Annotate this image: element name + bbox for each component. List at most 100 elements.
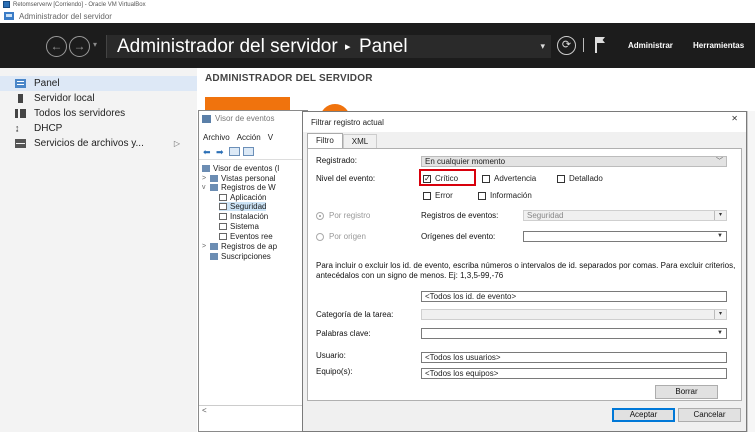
forward-arrow-icon[interactable]: ➡: [216, 147, 226, 156]
tree-node[interactable]: Seguridad: [219, 202, 267, 211]
tree-node-label: Eventos ree: [230, 232, 273, 241]
tab-xml[interactable]: XML: [342, 134, 378, 148]
sidebar: Panel Servidor local Todos los servidore…: [0, 68, 197, 432]
dialog-title: Filtrar registro actual: [311, 117, 384, 127]
event-logs-value: Seguridad: [527, 211, 564, 220]
tree-node[interactable]: Aplicación: [219, 193, 266, 202]
ok-button[interactable]: Aceptar: [612, 408, 675, 422]
checkbox-informacion[interactable]: Información: [478, 191, 532, 200]
tab-filtro[interactable]: Filtro: [307, 133, 343, 148]
sources-dropdown[interactable]: ▼: [523, 231, 727, 242]
event-viewer-tree: Visor de eventos (l > Vistas personal v …: [199, 159, 307, 404]
clear-button[interactable]: Borrar: [655, 385, 718, 399]
checkbox-advertencia[interactable]: Advertencia: [482, 174, 536, 183]
menu-ver[interactable]: V: [268, 133, 273, 142]
filter-panel: Registrado: En cualquier momento ﹀ Nivel…: [307, 148, 742, 401]
user-input[interactable]: <Todos los usuarios>: [421, 352, 727, 363]
event-viewer-window: Visor de eventos Archivo Acción V ⬅ ➡ Vi…: [198, 110, 308, 432]
checkbox-label: Detallado: [569, 174, 603, 183]
back-arrow-icon[interactable]: ←: [46, 36, 67, 57]
console-tree-icon[interactable]: [243, 147, 254, 156]
window-title: Administrador del servidor: [19, 11, 112, 21]
collapse-arrow-icon[interactable]: v: [202, 184, 207, 191]
checkbox-error[interactable]: Error: [423, 191, 453, 200]
tree-node-label: Vistas personal: [221, 174, 276, 183]
sidebar-item-local-server[interactable]: Servidor local: [0, 91, 197, 106]
radio-por-origen[interactable]: Por origen: [316, 232, 366, 241]
radio-label: Por origen: [329, 232, 366, 241]
dashboard-icon: [15, 79, 26, 88]
notifications-flag-icon[interactable]: [595, 37, 605, 53]
forward-arrow-icon[interactable]: →: [69, 36, 90, 57]
tree-node[interactable]: > Vistas personal: [202, 174, 276, 183]
refresh-icon[interactable]: ⟳: [557, 36, 576, 55]
sidebar-item-label: Panel: [34, 78, 60, 89]
tree-node[interactable]: > Registros de ap: [202, 242, 277, 251]
radio-icon: [316, 232, 324, 241]
expand-arrow-icon[interactable]: ▷: [174, 139, 180, 148]
tree-node[interactable]: v Registros de W: [202, 183, 276, 192]
sidebar-item-dhcp[interactable]: ↨ DHCP: [0, 121, 197, 136]
log-icon: [219, 213, 227, 220]
tree-node[interactable]: Instalación: [219, 212, 268, 221]
folder-up-icon[interactable]: [229, 147, 240, 156]
breadcrumb-dropdown-icon[interactable]: ▾: [540, 41, 545, 52]
scroll-left-icon[interactable]: <: [202, 406, 207, 415]
breadcrumb-page[interactable]: Panel: [359, 36, 408, 58]
tree-node[interactable]: Suscripciones: [210, 252, 271, 261]
dropdown-arrow-icon: ▾: [714, 310, 726, 319]
event-logs-dropdown[interactable]: Seguridad ▾: [523, 210, 727, 221]
logged-dropdown[interactable]: En cualquier momento ﹀: [421, 156, 727, 167]
menu-herramientas[interactable]: Herramientas: [693, 41, 744, 50]
sidebar-item-label: Servicios de archivos y...: [34, 138, 144, 149]
dialog-tabs: Filtro XML: [307, 133, 378, 148]
tree-node[interactable]: Eventos ree: [219, 232, 273, 241]
sidebar-item-label: DHCP: [34, 123, 63, 134]
sidebar-item-all-servers[interactable]: Todos los servidores: [0, 106, 197, 121]
task-category-dropdown[interactable]: ▾: [421, 309, 727, 320]
sidebar-item-label: Todos los servidores: [34, 108, 126, 119]
keywords-dropdown[interactable]: ▼: [421, 328, 727, 339]
checkbox-icon: [557, 174, 565, 183]
tree-node[interactable]: Visor de eventos (l: [202, 164, 279, 173]
toolbar-divider: [583, 38, 584, 52]
user-label: Usuario:: [316, 351, 346, 360]
log-icon: [219, 223, 227, 230]
checkbox-label: Advertencia: [494, 174, 537, 183]
filter-dialog: Filtrar registro actual ✕ Filtro XML Reg…: [302, 111, 747, 432]
task-category-label: Categoría de la tarea:: [316, 310, 394, 319]
tree-node-label: Registros de ap: [221, 242, 278, 251]
back-arrow-icon[interactable]: ⬅: [203, 147, 213, 156]
event-viewer-menubar: Archivo Acción V: [203, 133, 273, 142]
event-ids-input[interactable]: <Todos los id. de evento>: [421, 291, 727, 302]
vertical-scrollbar[interactable]: [747, 111, 755, 432]
cancel-button[interactable]: Cancelar: [678, 408, 741, 422]
virtualbox-title: Retomserverw [Corriendo] - Oracle VM Vir…: [13, 1, 146, 8]
checkbox-label: Crítico: [435, 174, 459, 183]
virtualbox-titlebar: Retomserverw [Corriendo] - Oracle VM Vir…: [0, 0, 755, 9]
dhcp-icon: ↨: [15, 123, 20, 133]
menu-administrar[interactable]: Administrar: [628, 41, 673, 50]
radio-por-registro[interactable]: Por registro: [316, 211, 370, 220]
expand-arrow-icon[interactable]: >: [202, 175, 207, 182]
sidebar-item-file-services[interactable]: Servicios de archivos y... ▷: [0, 136, 197, 151]
nav-history-dropdown-icon[interactable]: ▾: [93, 40, 97, 49]
sources-label: Orígenes del evento:: [421, 232, 496, 241]
menu-accion[interactable]: Acción: [237, 133, 261, 142]
checkbox-critico[interactable]: ✓ Crítico: [423, 174, 458, 183]
menu-archivo[interactable]: Archivo: [203, 133, 230, 142]
horizontal-scrollbar[interactable]: <: [199, 405, 307, 415]
breadcrumb-app[interactable]: Administrador del servidor: [117, 36, 338, 58]
checkbox-detallado[interactable]: Detallado: [557, 174, 603, 183]
virtualbox-icon: [3, 1, 10, 8]
computer-input[interactable]: <Todos los equipos>: [421, 368, 727, 379]
radio-selected-icon: [316, 211, 324, 220]
tree-node[interactable]: Sistema: [219, 222, 259, 231]
close-icon[interactable]: ✕: [731, 114, 738, 123]
log-icon: [219, 203, 227, 210]
expand-arrow-icon[interactable]: >: [202, 243, 207, 250]
sidebar-item-panel[interactable]: Panel: [0, 76, 197, 91]
folder-icon: [210, 243, 218, 250]
dropdown-arrow-icon: ▾: [714, 211, 726, 220]
tree-node-label: Visor de eventos (l: [213, 164, 280, 173]
